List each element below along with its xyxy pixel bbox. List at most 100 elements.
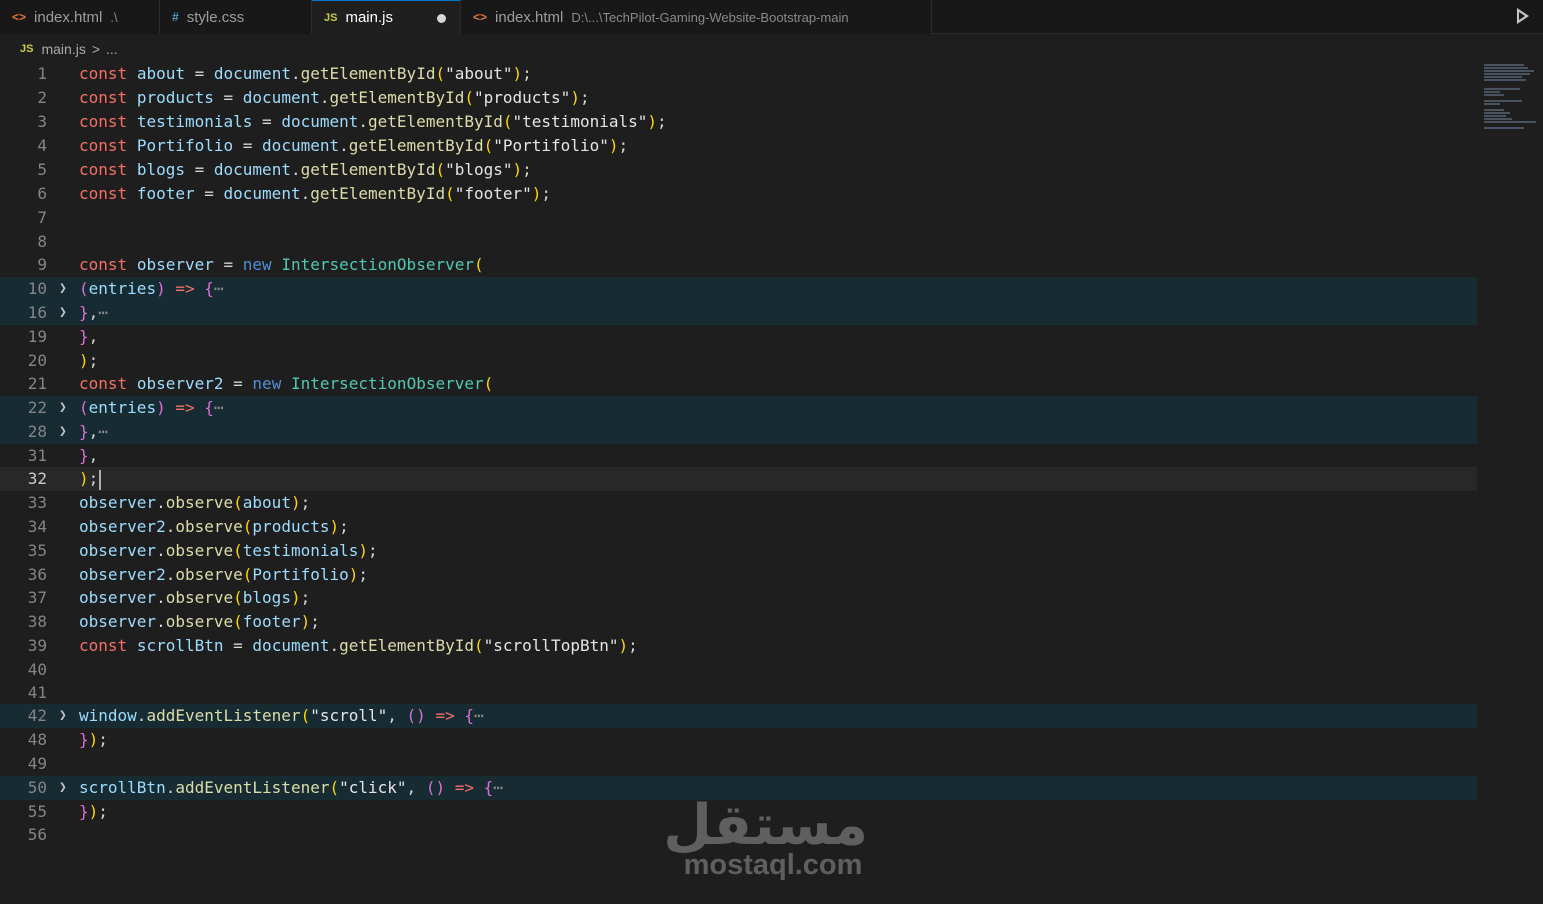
code-text: ); xyxy=(79,351,99,370)
tab-label: index.html xyxy=(495,8,564,26)
fold-chevron-right-icon[interactable]: ❯ xyxy=(59,301,67,325)
code-text: observer.observe(testimonials); xyxy=(79,541,378,560)
line-number: 34 xyxy=(27,517,47,536)
code-text: (entries) => {⋯ xyxy=(79,398,224,417)
folded-ellipsis[interactable]: ⋯ xyxy=(98,422,108,441)
mostaql-watermark-logo: مستقل mostaql.com xyxy=(663,796,868,881)
line-number: 22 xyxy=(27,398,47,417)
folded-ellipsis[interactable]: ⋯ xyxy=(474,706,484,725)
tab-main-js[interactable]: JS main.js xyxy=(312,0,461,34)
code-text: observer2.observe(Portifolio); xyxy=(79,565,369,584)
line-number: 39 xyxy=(27,636,47,655)
code-text: observer2.observe(products); xyxy=(79,517,349,536)
line-number: 5 xyxy=(37,160,47,179)
code-text: },⋯ xyxy=(79,303,108,322)
line-number: 1 xyxy=(37,64,47,83)
code-line: 20 ); xyxy=(0,349,1477,373)
code-line: 37 observer.observe(blogs); xyxy=(0,586,1477,610)
code-line: 49 xyxy=(0,752,1477,776)
html-file-icon: <> xyxy=(12,10,27,24)
line-number: 10 xyxy=(27,279,47,298)
editor-tab-bar: <> index.html .\ # style.css JS main.js … xyxy=(0,0,1543,34)
code-text: const footer = document.getElementById("… xyxy=(79,184,552,203)
line-number: 41 xyxy=(27,683,47,702)
tab-index-html[interactable]: <> index.html .\ xyxy=(0,0,160,34)
watermark-latin: mostaql.com xyxy=(683,849,863,881)
code-line: 36 observer2.observe(Portifolio); xyxy=(0,563,1477,587)
tab-description: .\ xyxy=(110,9,118,25)
code-text: const testimonials = document.getElement… xyxy=(79,112,667,131)
breadcrumb-file[interactable]: main.js xyxy=(41,41,85,57)
code-text: ); xyxy=(79,467,102,491)
code-line: 41 xyxy=(0,681,1477,705)
line-number: 36 xyxy=(27,565,47,584)
code-editor[interactable]: 1 const about = document.getElementById(… xyxy=(0,62,1543,904)
minimap[interactable] xyxy=(1484,62,1542,132)
html-file-icon: <> xyxy=(473,10,488,24)
code-text: }, xyxy=(79,446,99,465)
code-line: 38 observer.observe(footer); xyxy=(0,610,1477,634)
line-number: 37 xyxy=(27,588,47,607)
line-number: 21 xyxy=(27,374,47,393)
code-text: const observer2 = new IntersectionObserv… xyxy=(79,374,494,393)
line-number: 42 xyxy=(27,706,47,725)
unsaved-changes-dot-icon[interactable] xyxy=(437,14,446,23)
code-line: 9 const observer = new IntersectionObser… xyxy=(0,253,1477,277)
code-text: scrollBtn.addEventListener("click", () =… xyxy=(79,778,503,797)
code-text: }); xyxy=(79,730,108,749)
fold-chevron-right-icon[interactable]: ❯ xyxy=(59,776,67,800)
code-line-current: 32 ); xyxy=(0,467,1477,491)
fold-chevron-right-icon[interactable]: ❯ xyxy=(59,420,67,444)
code-line: 1 const about = document.getElementById(… xyxy=(0,62,1477,86)
fold-chevron-right-icon[interactable]: ❯ xyxy=(59,704,67,728)
js-file-icon: JS xyxy=(324,11,338,24)
folded-ellipsis[interactable]: ⋯ xyxy=(98,303,108,322)
code-text: const products = document.getElementById… xyxy=(79,88,590,107)
line-number: 38 xyxy=(27,612,47,631)
code-text: observer.observe(blogs); xyxy=(79,588,311,607)
line-number: 56 xyxy=(27,825,47,844)
fold-chevron-right-icon[interactable]: ❯ xyxy=(59,277,67,301)
fold-chevron-right-icon[interactable]: ❯ xyxy=(59,396,67,420)
code-text: }, xyxy=(79,327,99,346)
tab-index-html-2[interactable]: <> index.html D:\...\TechPilot-Gaming-We… xyxy=(461,0,932,34)
code-text: }); xyxy=(79,802,108,821)
code-line: 35 observer.observe(testimonials); xyxy=(0,539,1477,563)
code-line: 7 xyxy=(0,206,1477,230)
text-cursor xyxy=(99,469,102,490)
code-line: 31 }, xyxy=(0,444,1477,468)
code-text: observer.observe(footer); xyxy=(79,612,320,631)
line-number: 7 xyxy=(37,208,47,227)
code-text: const scrollBtn = document.getElementByI… xyxy=(79,636,638,655)
code-text: (entries) => {⋯ xyxy=(79,279,224,298)
folded-ellipsis[interactable]: ⋯ xyxy=(493,778,503,797)
line-number: 32 xyxy=(27,469,47,488)
folded-ellipsis[interactable]: ⋯ xyxy=(214,398,224,417)
line-number: 16 xyxy=(27,303,47,322)
line-number: 28 xyxy=(27,422,47,441)
code-text: const observer = new IntersectionObserve… xyxy=(79,255,484,274)
tab-description: D:\...\TechPilot-Gaming-Website-Bootstra… xyxy=(571,9,849,25)
line-number: 40 xyxy=(27,660,47,679)
code-line: 21 const observer2 = new IntersectionObs… xyxy=(0,372,1477,396)
code-line: 5 const blogs = document.getElementById(… xyxy=(0,158,1477,182)
line-number: 50 xyxy=(27,778,47,797)
line-number: 8 xyxy=(37,232,47,251)
line-number: 20 xyxy=(27,351,47,370)
line-number: 3 xyxy=(37,112,47,131)
line-number: 49 xyxy=(27,754,47,773)
tab-style-css[interactable]: # style.css xyxy=(160,0,312,34)
line-number: 33 xyxy=(27,493,47,512)
code-line: 2 const products = document.getElementBy… xyxy=(0,86,1477,110)
line-number: 6 xyxy=(37,184,47,203)
line-number: 55 xyxy=(27,802,47,821)
breadcrumb-more[interactable]: ... xyxy=(106,41,118,57)
code-text: observer.observe(about); xyxy=(79,493,311,512)
breadcrumb: JS main.js > ... xyxy=(0,38,118,60)
code-text: window.addEventListener("scroll", () => … xyxy=(79,706,484,725)
code-line: 39 const scrollBtn = document.getElement… xyxy=(0,634,1477,658)
line-number: 31 xyxy=(27,446,47,465)
code-line: 33 observer.observe(about); xyxy=(0,491,1477,515)
folded-ellipsis[interactable]: ⋯ xyxy=(214,279,224,298)
code-line-folded: 22 ❯ (entries) => {⋯ xyxy=(0,396,1477,420)
